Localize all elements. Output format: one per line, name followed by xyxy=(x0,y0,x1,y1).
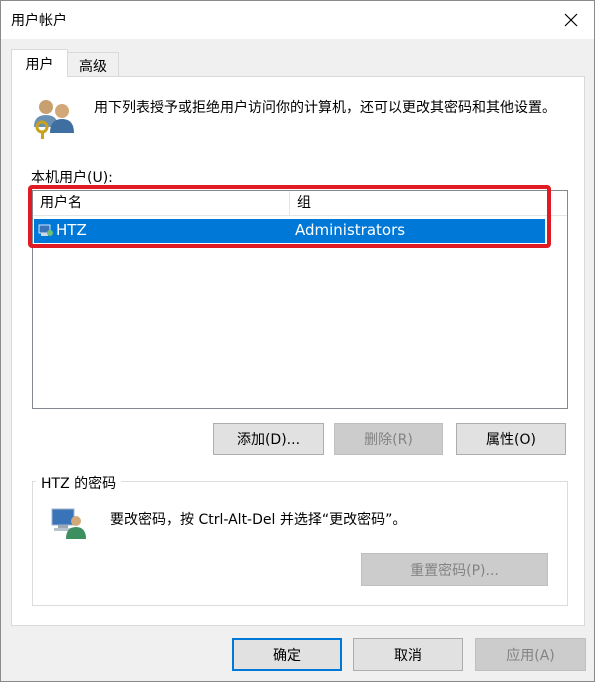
intro-text: 用下列表授予或拒绝用户访问你的计算机，还可以更改其密码和其他设置。 xyxy=(94,100,556,116)
users-tab-panel: 用下列表授予或拒绝用户访问你的计算机，还可以更改其密码和其他设置。 本机用户(U… xyxy=(11,76,585,626)
window-title: 用户帐户 xyxy=(11,13,67,29)
local-users-label: 本机用户(U): xyxy=(31,170,113,186)
tab-users[interactable]: 用户 xyxy=(11,49,68,77)
password-user-icon xyxy=(50,505,86,543)
close-button[interactable] xyxy=(548,1,594,39)
reset-password-button[interactable]: 重置密码(P)... xyxy=(361,553,548,586)
user-accounts-dialog: 用户帐户 用户 高级 用下列表授予或拒绝用户访问你的计算机，还可以更改其密码和其… xyxy=(0,0,595,682)
user-name-cell: HTZ xyxy=(56,221,87,239)
title-bar: 用户帐户 xyxy=(1,1,594,39)
password-groupbox xyxy=(32,481,568,606)
column-header-group[interactable]: 组 xyxy=(290,191,546,216)
users-listview[interactable]: 用户名 组 HTZ Administrators xyxy=(32,190,568,409)
users-keys-icon xyxy=(32,97,76,143)
tab-advanced[interactable]: 高级 xyxy=(67,52,119,78)
apply-button[interactable]: 应用(A) xyxy=(475,638,586,671)
ok-button[interactable]: 确定 xyxy=(232,638,342,671)
properties-button[interactable]: 属性(O) xyxy=(456,423,566,455)
cancel-button[interactable]: 取消 xyxy=(353,638,463,671)
remove-button[interactable]: 删除(R) xyxy=(334,423,443,455)
add-button[interactable]: 添加(D)... xyxy=(213,423,324,455)
user-icon xyxy=(38,223,54,243)
close-icon xyxy=(564,13,578,27)
table-row[interactable]: HTZ Administrators xyxy=(34,219,545,243)
user-group-cell: Administrators xyxy=(295,221,406,239)
password-instruction-text: 要改密码，按 Ctrl-Alt-Del 并选择“更改密码”。 xyxy=(110,512,407,528)
column-header-username[interactable]: 用户名 xyxy=(33,191,290,216)
list-header: 用户名 组 xyxy=(33,191,567,216)
password-group-legend: HTZ 的密码 xyxy=(36,473,122,493)
